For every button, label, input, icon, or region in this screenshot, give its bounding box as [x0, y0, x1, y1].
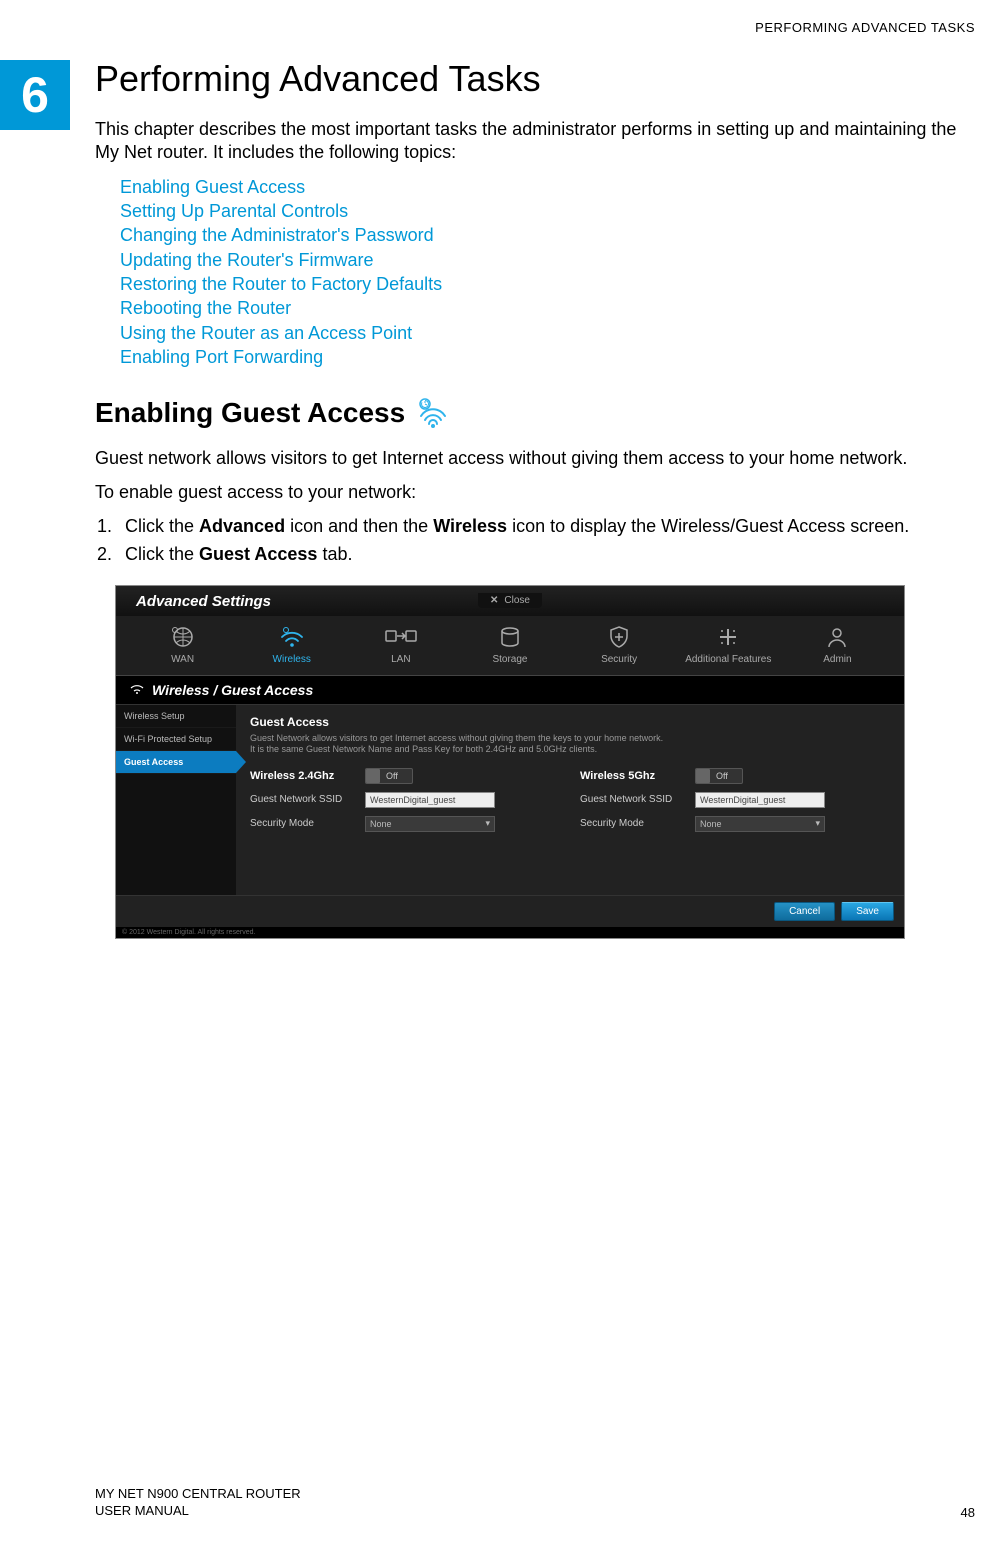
topic-link[interactable]: Enabling Guest Access: [120, 175, 975, 199]
screenshot-titlebar: Advanced Settings ✕ Close: [116, 586, 904, 616]
col-24ghz: Wireless 2.4Ghz Off Guest Network SSID S…: [250, 768, 560, 840]
nav-label: Additional Features: [685, 654, 771, 665]
storage-icon: [493, 624, 527, 650]
footer-doc: USER MANUAL: [95, 1503, 301, 1520]
nav-wan[interactable]: WAN: [128, 624, 237, 665]
page-footer: MY NET N900 CENTRAL ROUTER USER MANUAL 4…: [95, 1486, 975, 1520]
side-nav: Wireless Setup Wi-Fi Protected Setup Gue…: [116, 705, 236, 895]
nav-label: Storage: [492, 654, 527, 665]
topic-link[interactable]: Enabling Port Forwarding: [120, 345, 975, 369]
nav-additional[interactable]: Additional Features: [674, 624, 783, 665]
panel-desc-1: Guest Network allows visitors to get Int…: [250, 733, 890, 745]
input-ssid-5[interactable]: [695, 792, 825, 808]
user-icon: [820, 624, 854, 650]
copyright: © 2012 Western Digital. All rights reser…: [116, 927, 904, 938]
section-heading: Enabling Guest Access: [95, 397, 405, 429]
col-head-5: Wireless 5Ghz: [580, 770, 685, 782]
chapter-number: 6: [0, 60, 70, 130]
topic-link[interactable]: Changing the Administrator's Password: [120, 223, 975, 247]
label-ssid-24: Guest Network SSID: [250, 794, 355, 805]
topic-link[interactable]: Updating the Router's Firmware: [120, 248, 975, 272]
label-mode-5: Security Mode: [580, 818, 685, 829]
running-header: PERFORMING ADVANCED TASKS: [755, 20, 975, 35]
guest-wifi-icon: [415, 398, 451, 428]
select-value: None: [370, 819, 392, 829]
nav-label: WAN: [171, 654, 194, 665]
chapter-intro: This chapter describes the most importan…: [95, 118, 975, 165]
close-label: Close: [504, 595, 530, 606]
toggle-state: Off: [716, 771, 728, 781]
nav-label: LAN: [391, 654, 410, 665]
save-button[interactable]: Save: [841, 902, 894, 921]
toggle-knob: [696, 769, 710, 783]
nav-security[interactable]: Security: [565, 624, 674, 665]
steps-list: Click the Advanced icon and then the Wir…: [95, 514, 975, 567]
panel-title: Guest Access: [250, 715, 890, 729]
nav-label: Admin: [823, 654, 851, 665]
col-5ghz: Wireless 5Ghz Off Guest Network SSID Sec…: [580, 768, 890, 840]
wifi-icon: [275, 624, 309, 650]
close-icon: ✕: [490, 595, 498, 606]
close-button[interactable]: ✕ Close: [478, 593, 542, 608]
plus-icon: [711, 624, 745, 650]
chapter-title: Performing Advanced Tasks: [95, 58, 975, 100]
toggle-state: Off: [386, 771, 398, 781]
step-1: Click the Advanced icon and then the Wir…: [117, 514, 975, 538]
globe-icon: [166, 624, 200, 650]
breadcrumb: Wireless / Guest Access: [116, 676, 904, 705]
topic-list: Enabling Guest Access Setting Up Parenta…: [120, 175, 975, 369]
section-intro-1: Guest network allows visitors to get Int…: [95, 447, 975, 470]
wifi-small-icon: [130, 682, 144, 698]
topic-link[interactable]: Using the Router as an Access Point: [120, 321, 975, 345]
sidenav-wireless-setup[interactable]: Wireless Setup: [116, 705, 236, 728]
label-ssid-5: Guest Network SSID: [580, 794, 685, 805]
breadcrumb-section: Guest Access: [221, 682, 313, 698]
nav-storage[interactable]: Storage: [455, 624, 564, 665]
nav-admin[interactable]: Admin: [783, 624, 892, 665]
select-mode-24[interactable]: None ▾: [365, 816, 495, 832]
toggle-knob: [366, 769, 380, 783]
select-mode-5[interactable]: None ▾: [695, 816, 825, 832]
router-screenshot: Advanced Settings ✕ Close WAN Wireless: [115, 585, 905, 939]
step-2: Click the Guest Access tab.: [117, 542, 975, 566]
label-mode-24: Security Mode: [250, 818, 355, 829]
toggle-24ghz[interactable]: Off: [365, 768, 413, 784]
nav-label: Wireless: [273, 654, 311, 665]
sidenav-wps[interactable]: Wi-Fi Protected Setup: [116, 728, 236, 751]
topic-link[interactable]: Setting Up Parental Controls: [120, 199, 975, 223]
select-value: None: [700, 819, 722, 829]
footer-product: MY NET N900 CENTRAL ROUTER: [95, 1486, 301, 1503]
chevron-down-icon: ▾: [485, 818, 490, 829]
top-nav: WAN Wireless LAN Storage: [116, 616, 904, 676]
lan-icon: [384, 624, 418, 650]
topic-link[interactable]: Restoring the Router to Factory Defaults: [120, 272, 975, 296]
screenshot-title: Advanced Settings: [136, 593, 271, 610]
cancel-button[interactable]: Cancel: [774, 902, 835, 921]
chevron-down-icon: ▾: [815, 818, 820, 829]
page-number: 48: [961, 1505, 975, 1520]
panel-footer: Cancel Save: [116, 895, 904, 927]
section-intro-2: To enable guest access to your network:: [95, 481, 975, 504]
shield-icon: [602, 624, 636, 650]
breadcrumb-prefix: Wireless /: [152, 682, 221, 698]
panel-desc-2: It is the same Guest Network Name and Pa…: [250, 744, 890, 756]
nav-lan[interactable]: LAN: [346, 624, 455, 665]
col-head-24: Wireless 2.4Ghz: [250, 770, 355, 782]
sidenav-guest-access[interactable]: Guest Access: [116, 751, 236, 774]
toggle-5ghz[interactable]: Off: [695, 768, 743, 784]
input-ssid-24[interactable]: [365, 792, 495, 808]
nav-wireless[interactable]: Wireless: [237, 624, 346, 665]
main-panel: Guest Access Guest Network allows visito…: [236, 705, 904, 895]
topic-link[interactable]: Rebooting the Router: [120, 296, 975, 320]
nav-label: Security: [601, 654, 637, 665]
